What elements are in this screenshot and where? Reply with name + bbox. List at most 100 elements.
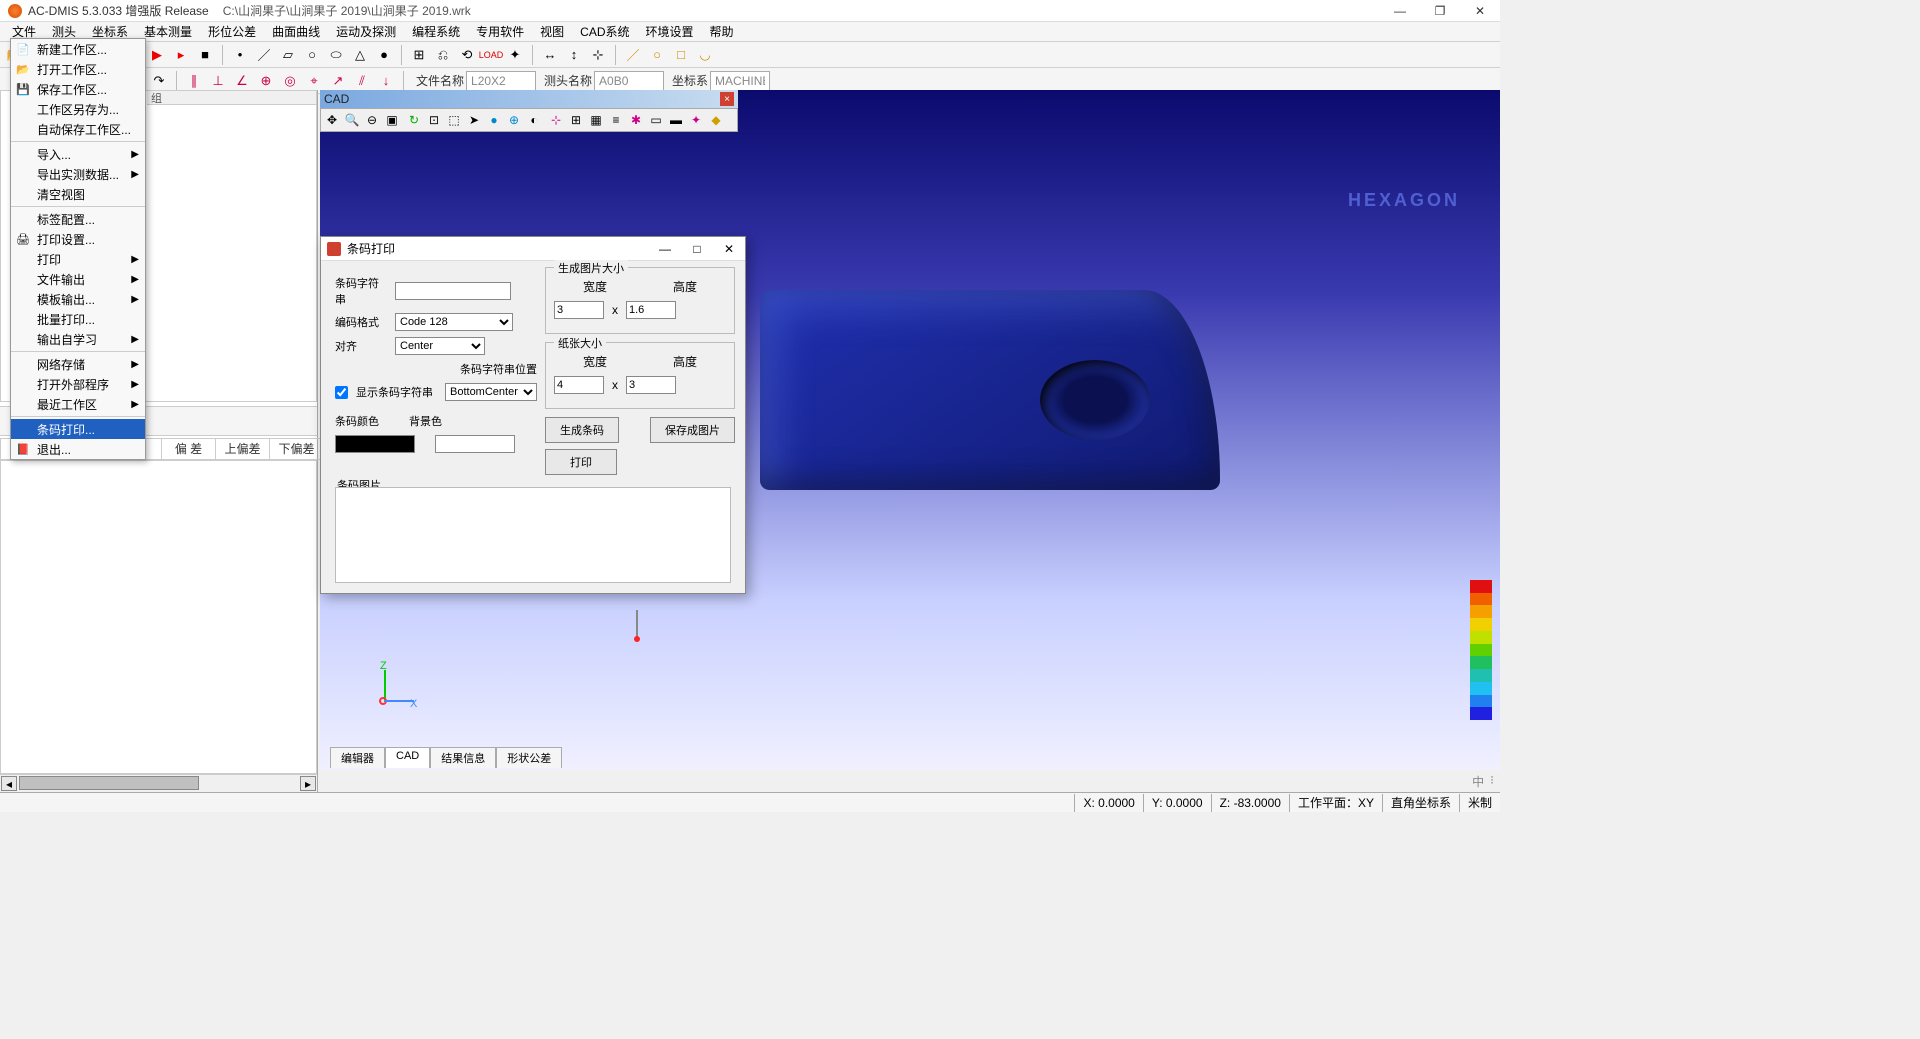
menu-5[interactable]: 曲面曲线 (264, 21, 328, 42)
tb-align1-icon[interactable]: ↔ (539, 44, 561, 66)
cad-t5-icon[interactable]: ✱ (627, 111, 645, 129)
tb-align2-icon[interactable]: ↕ (563, 44, 585, 66)
probe-name-field[interactable] (594, 71, 664, 91)
tb-tol4-icon[interactable]: ⊕ (255, 70, 277, 92)
save-image-button[interactable]: 保存成图片 (650, 417, 735, 443)
crd-field[interactable] (710, 71, 770, 91)
cad-shade-icon[interactable]: ● (485, 111, 503, 129)
tb-shape3-icon[interactable]: □ (670, 44, 692, 66)
dialog-maximize-button[interactable]: □ (687, 242, 707, 256)
cad-t2-icon[interactable]: ⊞ (567, 111, 585, 129)
ime-lang[interactable]: 中 (1472, 773, 1484, 790)
tb-cylinder-icon[interactable]: ⬭ (325, 44, 347, 66)
tb-load-icon[interactable]: LOAD (480, 44, 502, 66)
cad-hidden-icon[interactable]: ◐ (525, 111, 543, 129)
barcode-string-input[interactable] (395, 282, 511, 300)
h-scrollbar[interactable]: ◂ ▸ (0, 774, 317, 792)
file-menu-item-13[interactable]: 文件输出▶ (11, 269, 145, 289)
file-menu-item-18[interactable]: 网络存储▶ (11, 354, 145, 374)
tb-cone-icon[interactable]: △ (349, 44, 371, 66)
cad-t8-icon[interactable]: ✦ (687, 111, 705, 129)
tb-run-icon[interactable]: ▶ (146, 44, 168, 66)
file-menu-item-3[interactable]: 工作区另存为... (11, 99, 145, 119)
cad-sel-icon[interactable]: ⬚ (445, 111, 463, 129)
file-menu-item-0[interactable]: 📄新建工作区... (11, 39, 145, 59)
menu-9[interactable]: 视图 (532, 21, 572, 42)
cad-wire-icon[interactable]: ⊕ (505, 111, 523, 129)
tb-step-icon[interactable]: ▸ (170, 44, 192, 66)
tb-shape1-icon[interactable]: ／ (622, 44, 644, 66)
file-menu-item-23[interactable]: 📕退出... (11, 439, 145, 459)
file-menu-item-11[interactable]: 🖨打印设置... (11, 229, 145, 249)
cad-t6-icon[interactable]: ▭ (647, 111, 665, 129)
cad-t4-icon[interactable]: ≡ (607, 111, 625, 129)
cad-model[interactable] (760, 290, 1220, 490)
generate-button[interactable]: 生成条码 (545, 417, 619, 443)
cad-fit-icon[interactable]: ⊡ (425, 111, 443, 129)
cad-panel-title-bar[interactable]: CAD × (320, 90, 738, 108)
tb-line-icon[interactable]: ／ (253, 44, 275, 66)
file-menu-item-6[interactable]: 导入...▶ (11, 144, 145, 164)
file-menu-item-4[interactable]: 自动保存工作区... (11, 119, 145, 139)
dialog-title-bar[interactable]: 条码打印 — □ ✕ (321, 237, 745, 261)
menu-6[interactable]: 运动及探测 (328, 21, 404, 42)
show-string-checkbox[interactable] (335, 386, 348, 399)
col-header-4[interactable]: 上偏差 (216, 438, 270, 460)
dialog-minimize-button[interactable]: — (655, 242, 675, 256)
format-select[interactable]: Code 128 (395, 313, 513, 331)
menu-4[interactable]: 形位公差 (200, 21, 264, 42)
file-menu-item-20[interactable]: 最近工作区▶ (11, 394, 145, 414)
cad-close-icon[interactable]: × (720, 92, 734, 106)
minimize-button[interactable]: — (1380, 0, 1420, 22)
file-name-field[interactable] (466, 71, 536, 91)
tb-shape4-icon[interactable]: ◡ (694, 44, 716, 66)
ime-punct[interactable]: ⁝ (1490, 773, 1494, 790)
tb-misc2-icon[interactable]: ⎌ (432, 44, 454, 66)
tb-tol2-icon[interactable]: ⊥ (207, 70, 229, 92)
align-select[interactable]: Center (395, 337, 485, 355)
file-menu-item-10[interactable]: 标签配置... (11, 209, 145, 229)
file-menu-item-1[interactable]: 📂打开工作区... (11, 59, 145, 79)
tb-tol5-icon[interactable]: ◎ (279, 70, 301, 92)
file-menu-item-8[interactable]: 清空视图 (11, 184, 145, 204)
bottom-tab-0[interactable]: 编辑器 (330, 747, 385, 768)
tb-crd-icon[interactable]: ⊹ (587, 44, 609, 66)
scroll-thumb[interactable] (19, 776, 199, 790)
paper-width-input[interactable] (554, 376, 604, 394)
menu-8[interactable]: 专用软件 (468, 21, 532, 42)
file-menu-item-12[interactable]: 打印▶ (11, 249, 145, 269)
bottom-tab-3[interactable]: 形状公差 (496, 747, 562, 768)
maximize-button[interactable]: ❐ (1420, 0, 1460, 22)
cad-t3-icon[interactable]: ▦ (587, 111, 605, 129)
file-menu-item-22[interactable]: 条码打印... (11, 419, 145, 439)
tb-tol6-icon[interactable]: ⌖ (303, 70, 325, 92)
tb-misc3-icon[interactable]: ⟲ (456, 44, 478, 66)
cad-reset-icon[interactable]: ↻ (405, 111, 423, 129)
tb-point-icon[interactable]: • (229, 44, 251, 66)
bg-color-box[interactable] (435, 435, 515, 453)
file-menu-item-15[interactable]: 批量打印... (11, 309, 145, 329)
cad-move-icon[interactable]: ✥ (323, 111, 341, 129)
tb-misc1-icon[interactable]: ⊞ (408, 44, 430, 66)
col-header-3[interactable]: 偏 差 (162, 438, 216, 460)
paper-height-input[interactable] (626, 376, 676, 394)
tb-tol7-icon[interactable]: ↗ (327, 70, 349, 92)
menu-12[interactable]: 帮助 (702, 21, 742, 42)
file-menu-item-14[interactable]: 模板输出...▶ (11, 289, 145, 309)
cad-t1-icon[interactable]: ⊹ (547, 111, 565, 129)
close-button[interactable]: ✕ (1460, 0, 1500, 22)
menu-11[interactable]: 环境设置 (638, 21, 702, 42)
pos-select[interactable]: BottomCenter (445, 383, 537, 401)
file-menu-item-19[interactable]: 打开外部程序▶ (11, 374, 145, 394)
tb-misc4-icon[interactable]: ✦ (504, 44, 526, 66)
cad-zoomout-icon[interactable]: ⊖ (363, 111, 381, 129)
tb-circle-icon[interactable]: ○ (301, 44, 323, 66)
tb-tol9-icon[interactable]: ↓ (375, 70, 397, 92)
result-list[interactable] (0, 460, 317, 774)
tb-plane-icon[interactable]: ▱ (277, 44, 299, 66)
cad-iso-icon[interactable]: ▣ (383, 111, 401, 129)
col-header-5[interactable]: 下偏差 (270, 438, 324, 460)
menu-10[interactable]: CAD系统 (572, 21, 637, 42)
tb-redo2-icon[interactable]: ↷ (148, 70, 170, 92)
bottom-tab-1[interactable]: CAD (385, 747, 430, 768)
